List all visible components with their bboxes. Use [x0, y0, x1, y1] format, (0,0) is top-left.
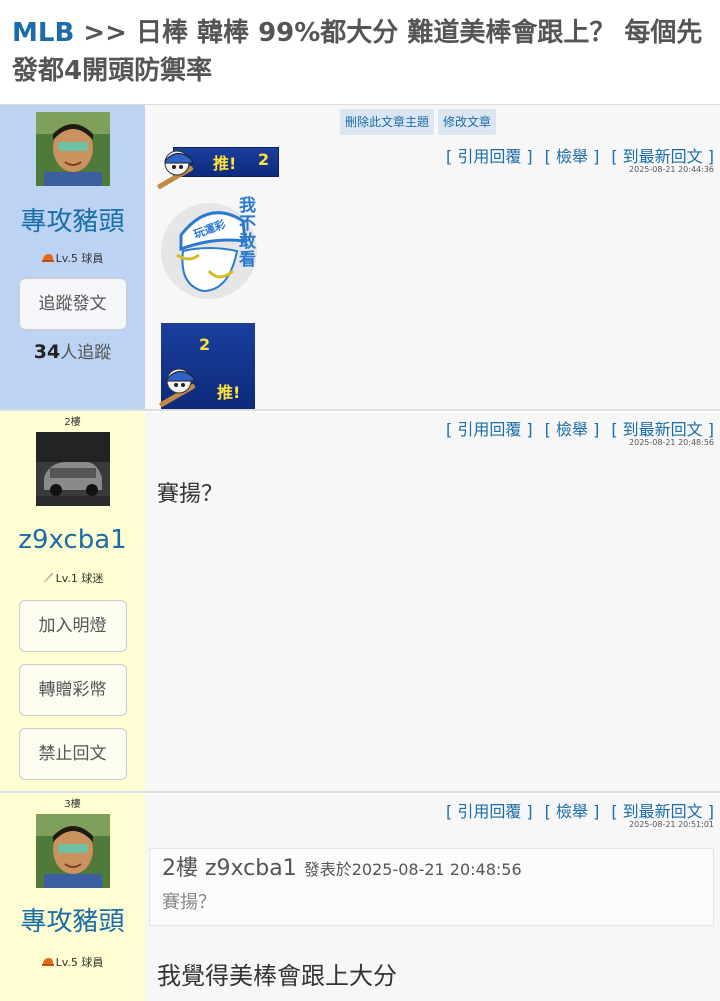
push-label-bottom: 推!	[217, 383, 241, 402]
quoted-post: 2樓 z9xcba1 發表於2025-08-21 20:48:56 賽揚？	[149, 848, 714, 926]
quote-reply-link[interactable]: [ 引用回覆 ]	[446, 147, 533, 166]
latest-reply-link[interactable]: [ 到最新回文 ]	[611, 147, 714, 166]
post-reply-3: 3樓 專攻豬頭 Lv.5 球員 [ 引用回覆 ] [ 檢舉 ] [ 到最新回文 ] …	[0, 794, 720, 1001]
delete-thread-button[interactable]: 刪除此文章主題	[340, 109, 435, 135]
post-op: 專攻豬頭 Lv.5 球員 追蹤發文 34人追蹤 刪除此文章主題 修改文章 [ 引用…	[0, 105, 720, 411]
post-content: 我覺得美棒會跟上大分	[157, 962, 397, 990]
report-link[interactable]: [ 檢舉 ]	[545, 147, 600, 166]
post-content: 賽揚？	[157, 482, 224, 507]
post-actions: [ 引用回覆 ] [ 檢舉 ] [ 到最新回文 ]	[434, 416, 714, 440]
post-actions: [ 引用回覆 ] [ 檢舉 ] [ 到最新回文 ]	[434, 798, 714, 822]
category-link[interactable]: MLB	[12, 18, 74, 48]
username[interactable]: 專攻豬頭	[0, 906, 145, 938]
quote-posted-prefix: 發表於	[303, 860, 352, 879]
author-sidebar: 2樓 z9xcba1 Lv.1 球迷 加入明燈 轉贈彩幣 禁止回文	[0, 412, 145, 791]
latest-reply-link[interactable]: [ 到最新回文 ]	[611, 802, 714, 821]
quote-posted-time: 2025-08-21 20:48:56	[351, 860, 522, 879]
block-reply-button[interactable]: 禁止回文	[18, 728, 127, 780]
quote-user[interactable]: z9xcba1	[205, 856, 297, 881]
username[interactable]: 專攻豬頭	[0, 206, 145, 238]
avatar[interactable]	[35, 814, 110, 888]
quote-text: 賽揚？	[162, 892, 216, 913]
user-level: Lv.5 球員	[0, 954, 145, 970]
quote-reply-link[interactable]: [ 引用回覆 ]	[446, 802, 533, 821]
edit-post-button[interactable]: 修改文章	[438, 109, 497, 135]
thread-title-bar: MLB >> 日棒 韓棒 99%都大分 難道美棒會跟上？ 每個先發都4開頭防禦率	[0, 0, 720, 104]
user-level-text: Lv.5 球員	[55, 956, 104, 969]
post-list: 專攻豬頭 Lv.5 球員 追蹤發文 34人追蹤 刪除此文章主題 修改文章 [ 引用…	[0, 104, 720, 1001]
post-reply-2: 2樓 z9xcba1 Lv.1 球迷 加入明燈 轉贈彩幣 禁止回文 [ 引用回覆…	[0, 412, 720, 793]
owner-actions: 刪除此文章主題 修改文章	[340, 109, 500, 135]
breadcrumb-separator: >>	[83, 18, 127, 48]
quote-reply-link[interactable]: [ 引用回覆 ]	[446, 420, 533, 439]
report-link[interactable]: [ 檢舉 ]	[545, 802, 600, 821]
author-sidebar: 3樓 專攻豬頭 Lv.5 球員	[0, 794, 145, 1001]
quote-floor: 2樓	[162, 856, 198, 881]
author-sidebar: 專攻豬頭 Lv.5 球員 追蹤發文 34人追蹤	[0, 105, 145, 409]
push-sticker-bottom: 2 推!	[155, 323, 255, 409]
baseball-mascot-icon	[157, 150, 194, 189]
post-body: [ 引用回覆 ] [ 檢舉 ] [ 到最新回文 ] 2025-08-21 20:48…	[145, 412, 720, 791]
post-timestamp: 2025-08-21 20:44:36	[629, 165, 714, 174]
pencil-icon	[42, 573, 53, 583]
add-favorite-button[interactable]: 加入明燈	[18, 600, 127, 652]
post-timestamp: 2025-08-21 20:51:01	[629, 820, 714, 829]
latest-reply-link[interactable]: [ 到最新回文 ]	[611, 420, 714, 439]
avatar[interactable]	[35, 112, 110, 186]
avatar[interactable]	[35, 432, 110, 506]
gift-coins-button[interactable]: 轉贈彩幣	[18, 664, 127, 716]
report-link[interactable]: [ 檢舉 ]	[545, 420, 600, 439]
floor-number: 2樓	[64, 417, 81, 428]
follower-count: 34人追蹤	[0, 338, 145, 363]
user-level-text: Lv.1 球迷	[55, 572, 104, 585]
baseball-cap-icon	[41, 958, 54, 966]
username[interactable]: z9xcba1	[0, 524, 145, 556]
quote-header: 2樓 z9xcba1 發表於2025-08-21 20:48:56	[162, 855, 701, 884]
follower-count-number: 34	[33, 341, 61, 363]
push-count: 2	[258, 150, 270, 169]
dare-not-look-sticker: 玩運彩 我不敢看	[159, 193, 265, 301]
post-timestamp: 2025-08-21 20:48:56	[629, 438, 714, 447]
user-level: Lv.5 球員	[0, 250, 145, 266]
push-sticker-top: 推! 2	[153, 145, 279, 189]
post-body: [ 引用回覆 ] [ 檢舉 ] [ 到最新回文 ] 2025-08-21 20:51…	[145, 794, 720, 1001]
user-level: Lv.1 球迷	[0, 570, 145, 586]
push-count-bottom: 2	[199, 335, 211, 354]
push-label: 推!	[213, 154, 237, 173]
baseball-cap-icon	[41, 254, 54, 262]
floor-number: 3樓	[64, 799, 81, 810]
post-actions: [ 引用回覆 ] [ 檢舉 ] [ 到最新回文 ]	[434, 143, 714, 167]
follow-posts-button[interactable]: 追蹤發文	[18, 278, 127, 330]
user-level-text: Lv.5 球員	[55, 252, 104, 265]
post-body: 刪除此文章主題 修改文章 [ 引用回覆 ] [ 檢舉 ] [ 到最新回文 ] 2025…	[145, 105, 720, 409]
baseball-mascot-bottom-icon	[159, 368, 196, 407]
dare-not-look-text: 我不敢看	[239, 196, 256, 270]
follower-count-suffix: 人追蹤	[60, 343, 112, 363]
